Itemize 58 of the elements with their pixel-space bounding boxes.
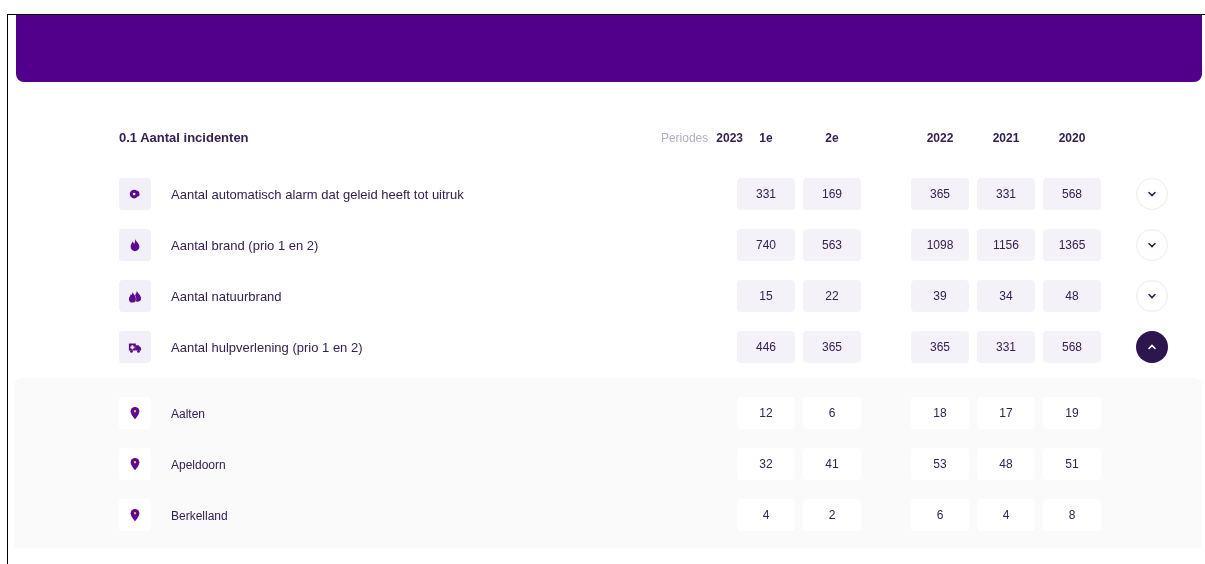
value-cell: 169 (803, 177, 861, 210)
flame-icon (128, 237, 142, 252)
value-cell: 22 (803, 279, 861, 312)
row-label: Aantal brand (prio 1 en 2) (171, 237, 319, 253)
location-label: Aalten (171, 406, 206, 421)
value-cell: 568 (1043, 177, 1101, 210)
section-title: 0.1 Aantal incidenten (119, 129, 250, 148)
value-cell: 568 (1043, 330, 1101, 363)
value-cell: 48 (1043, 279, 1101, 312)
value-cell: 1365 (1043, 228, 1101, 261)
value-cell: 1156 (977, 228, 1035, 261)
map-pin-icon (128, 456, 142, 471)
value-cell: 39 (911, 279, 969, 312)
map-pin-icon (128, 405, 142, 420)
column-header: 2021 (992, 130, 1020, 147)
periods-label: Periodes (660, 130, 709, 147)
location-label: Berkelland (171, 508, 228, 523)
value-cell: 15 (737, 279, 795, 312)
value-cell: 34 (977, 279, 1035, 312)
value-cell: 1098 (911, 228, 969, 261)
expand-button[interactable] (1136, 177, 1168, 210)
value-cell: 365 (911, 177, 969, 210)
value-cell: 53 (911, 447, 969, 480)
location-label: Apeldoorn (171, 457, 226, 472)
value-cell: 331 (977, 330, 1035, 363)
value-cell: 4 (737, 498, 795, 531)
value-cell: 32 (737, 447, 795, 480)
row-label: Aantal hulpverlening (prio 1 en 2) (171, 339, 363, 355)
value-cell: 19 (1043, 396, 1101, 429)
column-header: 2e (825, 130, 839, 147)
map-pin-icon (128, 507, 142, 522)
value-cell: 8 (1043, 498, 1101, 531)
value-cell: 12 (737, 396, 795, 429)
row-label: Aantal natuurbrand (171, 288, 282, 304)
value-cell: 365 (803, 330, 861, 363)
expand-button[interactable] (1136, 228, 1168, 261)
year-label: 2023 (716, 130, 743, 147)
collapse-button[interactable] (1136, 330, 1168, 363)
value-cell: 48 (977, 447, 1035, 480)
row-label: Aantal automatisch alarm dat geleid heeft tot uitruk (171, 186, 464, 202)
expand-button[interactable] (1136, 279, 1168, 312)
value-cell: 17 (977, 396, 1035, 429)
value-cell: 331 (977, 177, 1035, 210)
value-cell: 4 (977, 498, 1035, 531)
value-cell: 18 (911, 396, 969, 429)
value-cell: 331 (737, 177, 795, 210)
value-cell: 2 (803, 498, 861, 531)
column-header: 2020 (1058, 130, 1086, 147)
value-cell: 41 (803, 447, 861, 480)
column-header: 1e (759, 130, 773, 147)
value-cell: 365 (911, 330, 969, 363)
value-cell: 6 (803, 396, 861, 429)
column-header: 2022 (926, 130, 954, 147)
value-cell: 51 (1043, 447, 1101, 480)
value-cell: 563 (803, 228, 861, 261)
value-cell: 446 (737, 330, 795, 363)
value-cell: 740 (737, 228, 795, 261)
value-cell: 6 (911, 498, 969, 531)
